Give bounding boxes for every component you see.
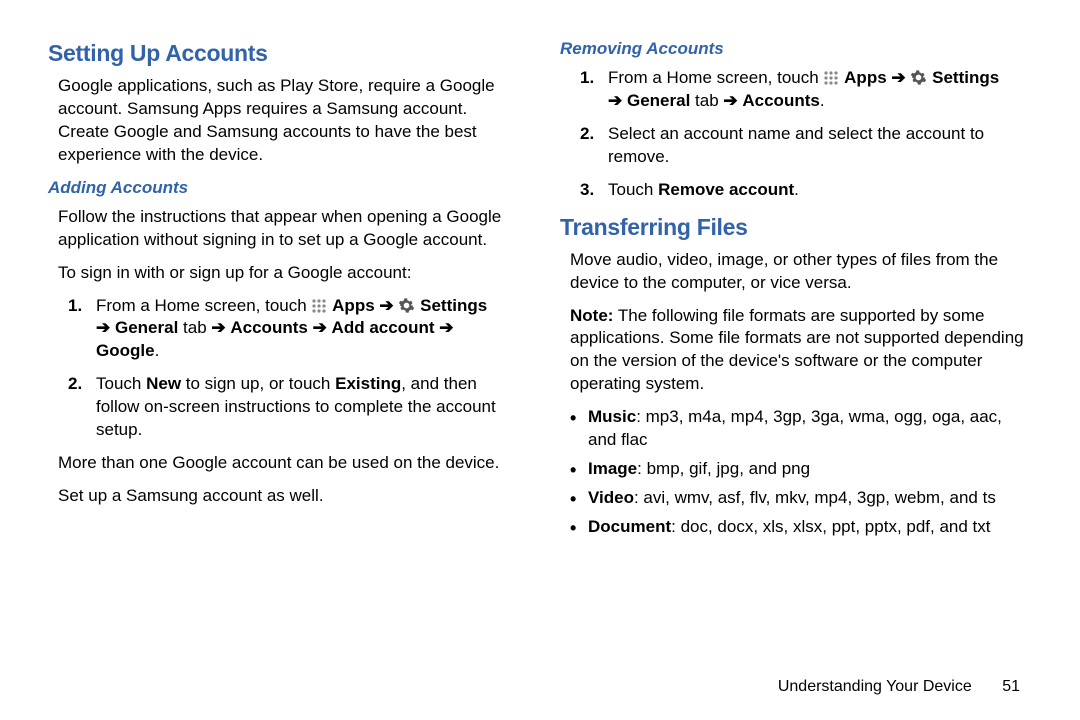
adding-paragraph-2: To sign in with or sign up for a Google …	[48, 262, 520, 285]
removing-step-1: 1. From a Home screen, touch Apps ➔ Sett…	[580, 67, 1032, 113]
format-values: : doc, docx, xls, xlsx, ppt, pptx, pdf, …	[671, 517, 990, 536]
step-number: 2.	[68, 373, 82, 396]
arrow-icon: ➔	[891, 68, 905, 87]
existing-label: Existing	[335, 374, 401, 393]
format-label: Video	[588, 488, 634, 507]
page-footer: Understanding Your Device 51	[778, 676, 1020, 698]
add-account-label: Add account	[332, 318, 440, 337]
accounts-label: Accounts	[742, 91, 819, 110]
arrow-icon: ➔	[313, 318, 327, 337]
note-text: The following file formats are supported…	[570, 306, 1024, 394]
remove-account-label: Remove account	[658, 180, 794, 199]
settings-label: Settings	[932, 68, 999, 87]
adding-steps: 1. From a Home screen, touch Apps ➔ Sett…	[48, 295, 520, 443]
period: .	[794, 180, 799, 199]
general-label: General	[115, 318, 178, 337]
step-text: to sign up, or touch	[181, 374, 335, 393]
transfer-note: Note: The following file formats are sup…	[560, 305, 1032, 397]
gear-icon	[398, 297, 415, 314]
arrow-icon: ➔	[723, 91, 737, 110]
removing-step-2: 2. Select an account name and select the…	[580, 123, 1032, 169]
period: .	[155, 341, 160, 360]
format-values: : bmp, gif, jpg, and png	[637, 459, 810, 478]
arrow-icon: ➔	[379, 296, 393, 315]
step-text: Touch	[608, 180, 658, 199]
more-paragraph-2: Set up a Samsung account as well.	[48, 485, 520, 508]
manual-page: Setting Up Accounts Google applications,…	[0, 0, 1080, 720]
format-values: : avi, wmv, asf, flv, mkv, mp4, 3gp, web…	[634, 488, 996, 507]
adding-step-1: 1. From a Home screen, touch Apps ➔ Sett…	[68, 295, 520, 364]
tab-text: tab	[183, 318, 211, 337]
left-column: Setting Up Accounts Google applications,…	[48, 38, 520, 720]
format-label: Music	[588, 407, 636, 426]
google-label: Google	[96, 341, 155, 360]
removing-steps: 1. From a Home screen, touch Apps ➔ Sett…	[560, 67, 1032, 202]
footer-section: Understanding Your Device	[778, 678, 972, 695]
removing-step-3: 3. Touch Remove account.	[580, 179, 1032, 202]
step-number: 3.	[580, 179, 594, 202]
note-label: Note:	[570, 306, 613, 325]
period: .	[820, 91, 825, 110]
format-music: Music: mp3, m4a, mp4, 3gp, 3ga, wma, ogg…	[568, 406, 1032, 452]
format-label: Document	[588, 517, 671, 536]
step-number: 1.	[68, 295, 82, 318]
tab-text: tab	[695, 91, 723, 110]
step-text: From a Home screen, touch	[96, 296, 311, 315]
step-text: From a Home screen, touch	[608, 68, 823, 87]
general-label: General	[627, 91, 690, 110]
apps-label: Apps	[844, 68, 891, 87]
format-values: : mp3, m4a, mp4, 3gp, 3ga, wma, ogg, oga…	[588, 407, 1002, 449]
format-list: Music: mp3, m4a, mp4, 3gp, 3ga, wma, ogg…	[560, 406, 1032, 539]
transfer-paragraph: Move audio, video, image, or other types…	[560, 249, 1032, 295]
format-video: Video: avi, wmv, asf, flv, mkv, mp4, 3gp…	[568, 487, 1032, 510]
step-text: Select an account name and select the ac…	[608, 124, 984, 166]
subheading-removing-accounts: Removing Accounts	[560, 38, 1032, 61]
apps-icon	[823, 70, 839, 86]
step-number: 1.	[580, 67, 594, 90]
arrow-icon: ➔	[96, 318, 110, 337]
format-document: Document: doc, docx, xls, xlsx, ppt, ppt…	[568, 516, 1032, 539]
page-number: 51	[1002, 678, 1020, 695]
right-column: Removing Accounts 1. From a Home screen,…	[560, 38, 1032, 720]
arrow-icon: ➔	[439, 318, 453, 337]
arrow-icon: ➔	[608, 91, 622, 110]
heading-transferring-files: Transferring Files	[560, 212, 1032, 243]
adding-paragraph-1: Follow the instructions that appear when…	[48, 206, 520, 252]
arrow-icon: ➔	[211, 318, 225, 337]
gear-icon	[910, 69, 927, 86]
step-number: 2.	[580, 123, 594, 146]
new-label: New	[146, 374, 181, 393]
intro-paragraph: Google applications, such as Play Store,…	[48, 75, 520, 167]
more-paragraph-1: More than one Google account can be used…	[48, 452, 520, 475]
apps-icon	[311, 298, 327, 314]
adding-step-2: 2. Touch New to sign up, or touch Existi…	[68, 373, 520, 442]
settings-label: Settings	[420, 296, 487, 315]
subheading-adding-accounts: Adding Accounts	[48, 177, 520, 200]
step-text: Touch	[96, 374, 146, 393]
format-label: Image	[588, 459, 637, 478]
accounts-label: Accounts	[230, 318, 312, 337]
heading-setting-up-accounts: Setting Up Accounts	[48, 38, 520, 69]
format-image: Image: bmp, gif, jpg, and png	[568, 458, 1032, 481]
apps-label: Apps	[332, 296, 379, 315]
